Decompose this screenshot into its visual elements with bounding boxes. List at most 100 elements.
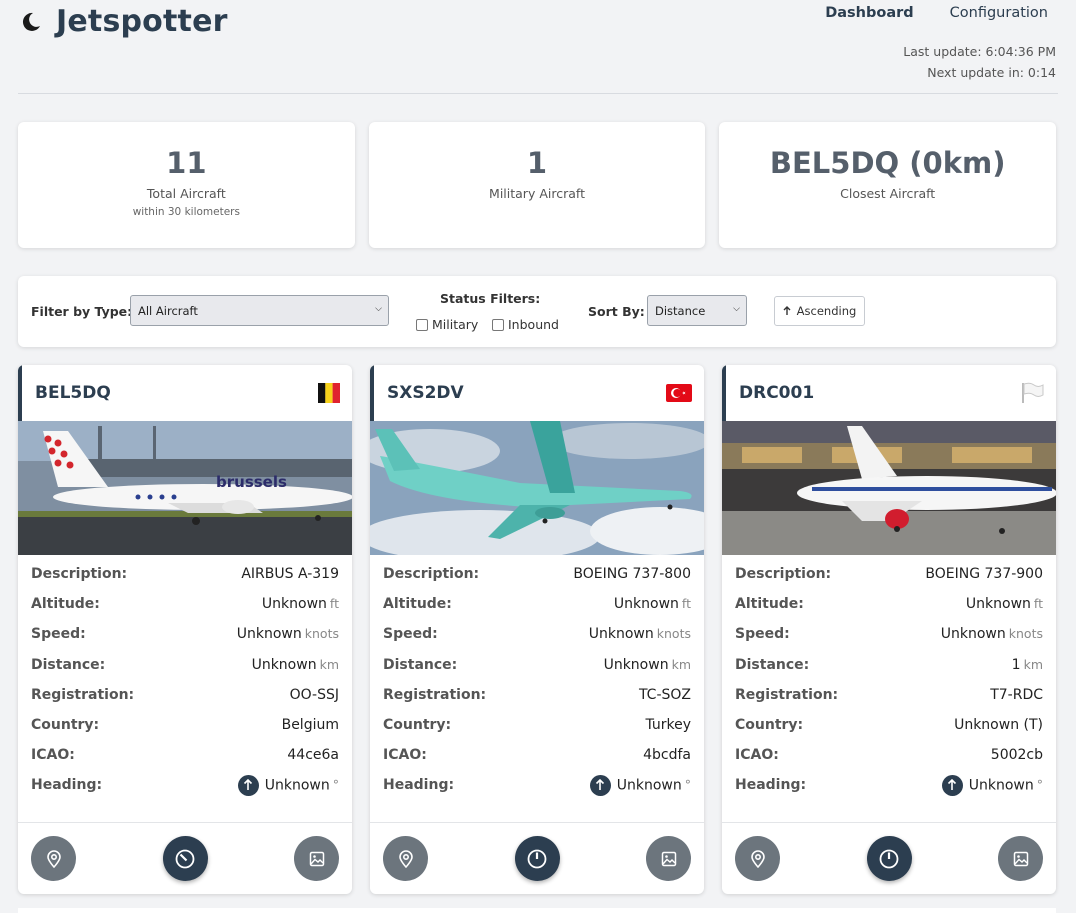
detail-label: Country: (383, 717, 452, 734)
detail-label: ICAO: (735, 747, 779, 764)
update-timing: Last update: 6:04:36 PM Next update in: … (903, 41, 1056, 83)
detail-row-country: Country: Turkey (383, 710, 691, 740)
app-title: Jetspotter (56, 4, 228, 39)
aircraft-photo[interactable] (370, 421, 704, 555)
detail-value: TC-SOZ (638, 686, 691, 703)
inbound-checkbox[interactable]: Inbound (492, 317, 559, 332)
detail-unit: ° (684, 777, 691, 793)
detail-row-speed: Speed: Unknown knots (383, 619, 691, 649)
track-button[interactable] (162, 836, 208, 881)
track-button[interactable] (514, 836, 560, 881)
card-actions (722, 822, 1056, 894)
aircraft-photo[interactable]: brussels (18, 421, 352, 555)
map-pin-button[interactable] (31, 836, 76, 881)
arrow-up-icon (783, 306, 791, 315)
detail-value: 44ce6a (287, 747, 339, 764)
detail-label: Registration: (383, 686, 487, 703)
detail-row-distance: Distance: Unknown km (31, 650, 339, 680)
card-actions (18, 822, 352, 894)
moon-icon (20, 11, 42, 33)
detail-unit: knots (304, 626, 339, 642)
sort-order-button[interactable]: Ascending (774, 296, 865, 326)
stats-row: 11 Total Aircraft within 30 kilometers 1… (18, 122, 1057, 248)
detail-label: ICAO: (31, 747, 75, 764)
aircraft-details: Description: BOEING 737-900 Altitude: Unkn… (722, 555, 1056, 801)
detail-unit: km (319, 656, 339, 672)
detail-row-altitude: Altitude: Unknown ft (31, 589, 339, 619)
detail-label: Speed: (31, 626, 86, 643)
detail-label: Description: (31, 566, 128, 583)
nav-dashboard[interactable]: Dashboard (825, 5, 913, 21)
detail-value: Unknown (940, 626, 1006, 643)
map-pin-icon (398, 849, 413, 868)
stat-value: 1 (526, 146, 548, 180)
detail-label: Distance: (31, 656, 106, 673)
detail-row-icao: ICAO: 5002cb (735, 740, 1043, 770)
inbound-checkbox-label: Inbound (508, 317, 559, 332)
detail-label: Heading: (735, 777, 807, 794)
type-select-value: All Aircraft (138, 304, 198, 318)
sort-select[interactable]: Distance ⌵ (647, 295, 747, 326)
photo-button[interactable] (998, 836, 1043, 881)
photo-button[interactable] (646, 836, 691, 881)
sort-select-value: Distance (655, 304, 706, 318)
status-filters-label: Status Filters: (440, 291, 541, 306)
chevron-down-icon: ⌵ (375, 304, 382, 314)
sort-by-label: Sort By: (588, 304, 645, 319)
heading-arrow-icon (589, 774, 611, 796)
map-pin-icon (46, 849, 61, 868)
aircraft-photo[interactable] (722, 421, 1056, 555)
map-pin-icon (750, 849, 765, 868)
stat-label: Total Aircraft (146, 186, 226, 201)
nav-configuration[interactable]: Configuration (950, 5, 1048, 21)
detail-label: Distance: (383, 656, 458, 673)
compass-icon (175, 849, 195, 868)
detail-value: Unknown (603, 656, 669, 673)
detail-label: Altitude: (735, 596, 804, 613)
detail-row-registration: Registration: T7-RDC (735, 680, 1043, 710)
detail-row-registration: Registration: TC-SOZ (383, 680, 691, 710)
detail-unit: ° (332, 777, 339, 793)
stat-label: Closest Aircraft (840, 186, 936, 201)
brand[interactable]: Jetspotter (20, 4, 228, 39)
detail-row-speed: Speed: Unknown knots (735, 619, 1043, 649)
detail-value: Unknown (616, 777, 682, 794)
detail-row-altitude: Altitude: Unknown ft (735, 589, 1043, 619)
detail-row-heading: Heading: Unknown ° (735, 770, 1043, 800)
detail-unit: knots (1008, 626, 1043, 642)
checkbox-box[interactable] (416, 318, 428, 331)
map-pin-button[interactable] (735, 836, 780, 881)
detail-unit: knots (656, 626, 691, 642)
detail-row-distance: Distance: 1 km (735, 650, 1043, 680)
chevron-down-icon: ⌵ (733, 304, 740, 314)
detail-value: Belgium (281, 717, 339, 734)
stat-label: Military Aircraft (489, 186, 585, 201)
white-flag-icon (1020, 382, 1044, 404)
military-checkbox[interactable]: Military (416, 317, 478, 332)
detail-value: Turkey (645, 717, 691, 734)
track-button[interactable] (866, 836, 912, 881)
last-update-text: Last update: 6:04:36 PM (903, 44, 1056, 59)
photo-button[interactable] (294, 836, 339, 881)
detail-row-registration: Registration: OO-SSJ (31, 680, 339, 710)
aircraft-details: Description: BOEING 737-800 Altitude: Unkn… (370, 555, 704, 801)
map-pin-button[interactable] (383, 836, 428, 881)
military-checkbox-label: Military (432, 317, 479, 332)
detail-value: Unknown (965, 596, 1031, 613)
header: Jetspotter Dashboard Configuration Last … (18, 0, 1058, 94)
detail-value: 5002cb (990, 747, 1043, 764)
checkbox-box[interactable] (492, 318, 504, 331)
stat-card-closest: BEL5DQ (0km) Closest Aircraft (719, 122, 1057, 248)
callsign: SXS2DV (387, 383, 464, 403)
filter-bar: Filter by Type: All Aircraft ⌵ Status Fi… (18, 276, 1056, 347)
detail-row-icao: ICAO: 44ce6a (31, 740, 339, 770)
callsign: BEL5DQ (35, 383, 111, 403)
aircraft-details: Description: AIRBUS A-319 Altitude: Unknow… (18, 555, 352, 801)
detail-row-altitude: Altitude: Unknown ft (383, 589, 691, 619)
type-select[interactable]: All Aircraft ⌵ (130, 295, 389, 326)
card-header: DRC001 (722, 365, 1056, 421)
detail-label: Speed: (735, 626, 790, 643)
stat-value: 11 (166, 146, 207, 180)
heading-arrow-icon (941, 774, 963, 796)
detail-value: Unknown (261, 596, 327, 613)
